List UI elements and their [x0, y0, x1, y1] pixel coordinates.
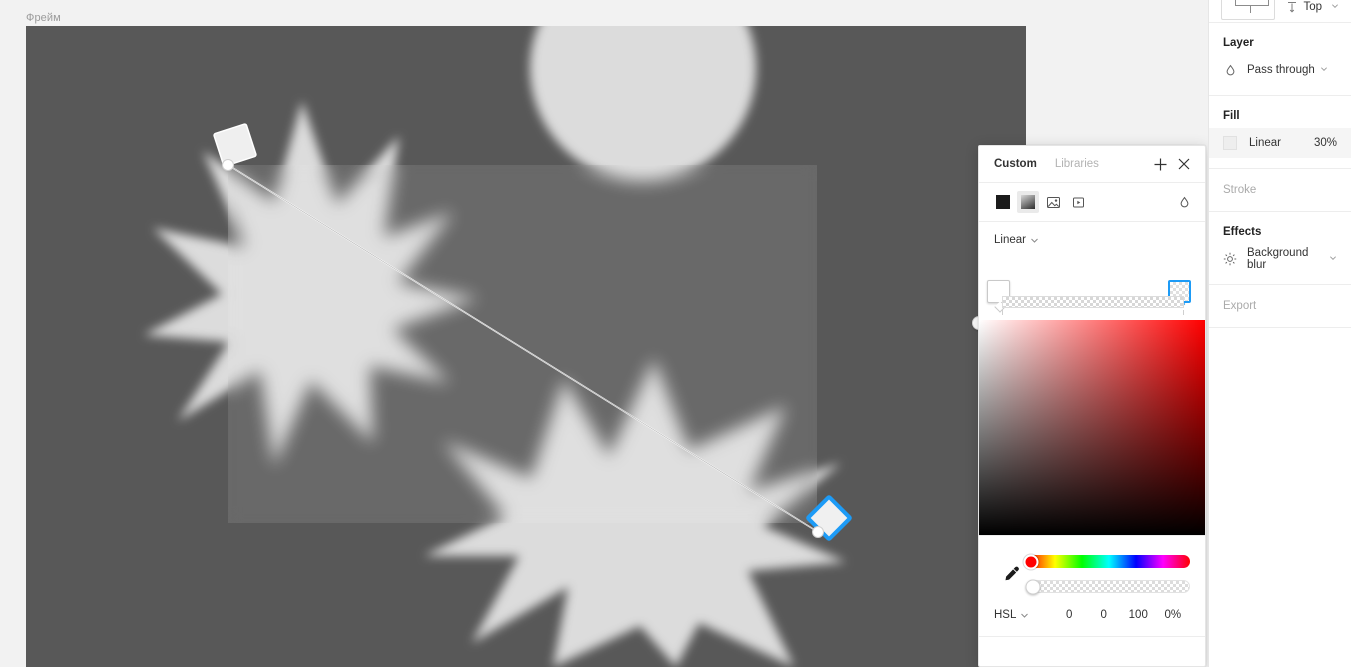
fill-type-solid[interactable]	[992, 191, 1014, 213]
color-values-row: HSL 0 0 100 0%	[994, 602, 1190, 636]
properties-sidebar[interactable]: Top Layer Pass through Fill Linear 30% S…	[1208, 0, 1351, 667]
gradient-stops-editor[interactable]	[979, 258, 1205, 320]
fill-type-video[interactable]	[1067, 191, 1089, 213]
section-title-export: Export	[1223, 300, 1257, 312]
hue-field[interactable]: 0	[1052, 609, 1087, 621]
design-tool-window: Фрейм Custom Libraries Linear HSL 0 0 10…	[0, 0, 1351, 667]
section-title-stroke: Stroke	[1223, 184, 1257, 196]
alpha-slider[interactable]	[1025, 579, 1190, 594]
fill-swatch[interactable]	[1223, 136, 1237, 150]
alpha-knob[interactable]	[1025, 579, 1041, 594]
alpha-field[interactable]: 0%	[1156, 609, 1191, 621]
sv-black-layer	[979, 320, 1205, 535]
section-export[interactable]: Export	[1209, 285, 1351, 327]
shape-blur-rectangle[interactable]	[228, 165, 817, 523]
vertical-align-control[interactable]: Top	[1285, 0, 1339, 14]
divider	[1209, 327, 1351, 328]
saturation-field[interactable]: 0	[1087, 609, 1122, 621]
hue-knob[interactable]	[1023, 554, 1039, 569]
shape-circle[interactable]	[530, 26, 756, 181]
vertical-align-label: Top	[1303, 0, 1322, 13]
close-icon[interactable]	[1172, 152, 1196, 176]
effects-icon	[1223, 252, 1237, 266]
fill-label: Linear	[1249, 137, 1281, 149]
slider-row	[994, 546, 1190, 602]
tab-libraries[interactable]: Libraries	[1055, 158, 1099, 170]
effect-label: Background blur	[1247, 247, 1309, 271]
frame-label[interactable]: Фрейм	[26, 12, 61, 24]
section-stroke[interactable]: Stroke	[1209, 169, 1351, 211]
chevron-down-icon[interactable]	[1320, 64, 1328, 76]
blend-mode-label: Pass through	[1247, 64, 1315, 76]
gradient-stop-track[interactable]	[1002, 296, 1184, 308]
tab-custom[interactable]: Custom	[994, 158, 1037, 170]
fill-type-selector[interactable]	[979, 183, 1205, 222]
blend-mode-icon[interactable]	[1172, 190, 1196, 214]
chevron-down-icon[interactable]	[1020, 611, 1029, 620]
color-model-label: HSL	[994, 609, 1017, 621]
color-model-select[interactable]: HSL	[994, 609, 1052, 621]
gradient-type-label: Linear	[994, 234, 1026, 246]
chevron-down-icon[interactable]	[1329, 253, 1337, 265]
picker-footer	[979, 636, 1205, 666]
fill-opacity[interactable]: 30%	[1314, 137, 1337, 149]
sliders	[1023, 554, 1190, 594]
chevron-down-icon[interactable]	[1030, 236, 1039, 245]
text-align-controls[interactable]: Top	[1209, 0, 1351, 22]
color-picker-panel[interactable]: Custom Libraries Linear HSL 0 0 100 0%	[978, 145, 1206, 667]
fill-type-image[interactable]	[1042, 191, 1064, 213]
fill-row[interactable]: Linear 30%	[1209, 128, 1351, 158]
hue-slider[interactable]	[1023, 554, 1190, 569]
section-title-layer: Layer	[1223, 37, 1254, 49]
horizontal-align-control[interactable]	[1221, 0, 1276, 20]
blend-mode-row[interactable]: Pass through	[1209, 55, 1351, 85]
saturation-value-area[interactable]	[979, 320, 1205, 535]
section-effects: Effects Background blur	[1209, 212, 1351, 284]
blend-mode-icon	[1223, 63, 1237, 77]
gradient-type-row[interactable]: Linear	[979, 222, 1205, 258]
add-style-button[interactable]	[1148, 152, 1172, 176]
lightness-field[interactable]: 100	[1121, 609, 1156, 621]
fill-type-gradient[interactable]	[1017, 191, 1039, 213]
stop-tick-end	[1183, 310, 1184, 315]
picker-header: Custom Libraries	[979, 146, 1205, 183]
chevron-down-icon[interactable]	[1331, 1, 1339, 13]
section-fill: Fill Linear 30%	[1209, 96, 1351, 168]
artboard[interactable]	[26, 26, 1026, 667]
section-title-fill: Fill	[1223, 110, 1240, 122]
section-layer: Layer Pass through	[1209, 23, 1351, 95]
align-top-icon	[1285, 0, 1299, 14]
section-title-effects: Effects	[1223, 226, 1262, 238]
stop-tick-start	[1002, 310, 1003, 315]
effect-row[interactable]: Background blur	[1209, 244, 1351, 274]
picker-controls: HSL 0 0 100 0%	[979, 535, 1205, 636]
eyedropper-icon[interactable]	[994, 565, 1028, 584]
